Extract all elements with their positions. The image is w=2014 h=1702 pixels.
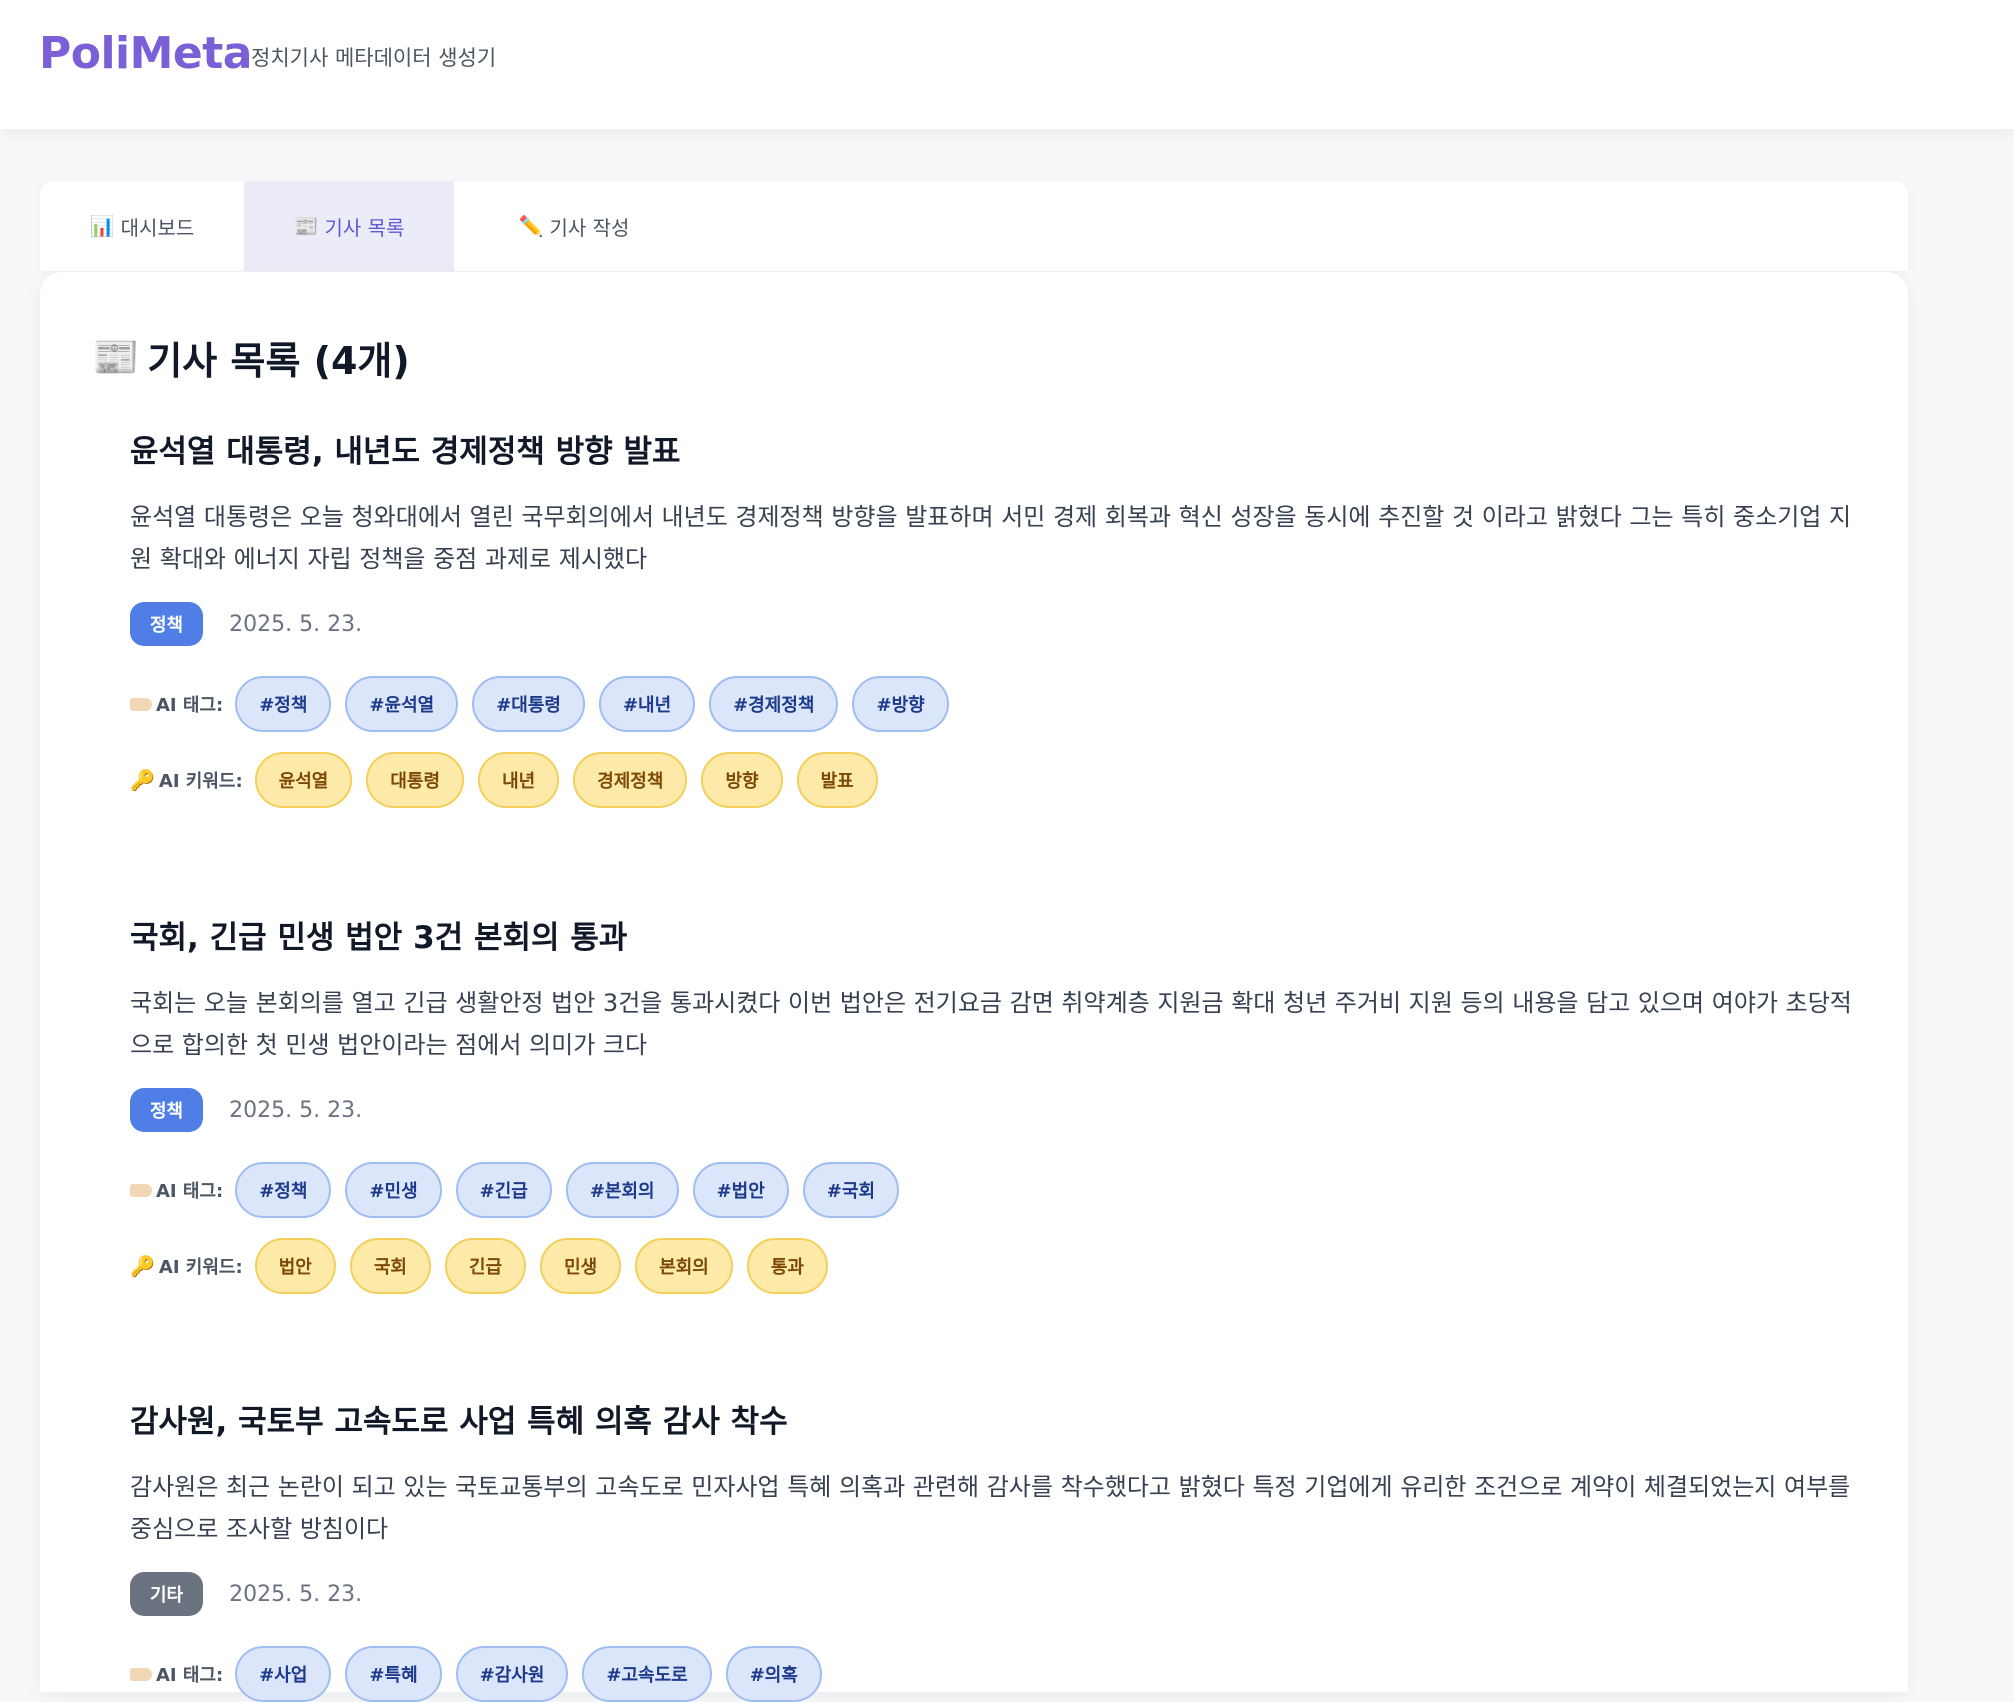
ai-tag-label: AI 태그: xyxy=(130,1177,223,1203)
ai-tag[interactable]: #윤석열 xyxy=(345,676,459,732)
ai-tag[interactable]: #사업 xyxy=(235,1646,332,1702)
app-header: PoliMeta 정치기사 메타데이터 생성기 xyxy=(0,0,2014,129)
article-summary: 감사원은 최근 논란이 되고 있는 국토교통부의 고속도로 민자사업 특혜 의혹… xyxy=(130,1473,1851,1543)
ai-tag[interactable]: #방향 xyxy=(852,676,949,732)
app-subtitle: 정치기사 메타데이터 생성기 xyxy=(251,46,497,70)
ai-keyword-label-text: AI 키워드: xyxy=(158,771,243,792)
ai-keyword[interactable]: 경제정책 xyxy=(573,752,688,808)
article-item[interactable]: 윤석열 대통령, 내년도 경제정책 방향 발표 윤석열 대통령은 오늘 청와대에… xyxy=(130,426,1870,808)
tab-article-list[interactable]: 📰 기사 목록 xyxy=(244,181,454,271)
ai-tag-label: AI 태그: xyxy=(130,1661,223,1687)
ai-tag[interactable]: #의혹 xyxy=(725,1646,822,1702)
ai-tag[interactable]: #정책 xyxy=(235,1162,332,1218)
ai-tag-row: AI 태그: #정책 #민생 #긴급 #본회의 #법안 #국회 xyxy=(130,1162,1870,1218)
tab-label: 대시보드 xyxy=(120,215,195,240)
ai-keyword[interactable]: 대통령 xyxy=(366,752,465,808)
tag-icon xyxy=(130,697,152,711)
tag-icon xyxy=(130,1183,152,1197)
article-title[interactable]: 윤석열 대통령, 내년도 경제정책 방향 발표 xyxy=(130,426,1870,470)
ai-tag-label: AI 태그: xyxy=(130,691,223,717)
ai-tag[interactable]: #법안 xyxy=(692,1162,789,1218)
ai-tag-label-text: AI 태그: xyxy=(156,1181,224,1202)
ai-keyword[interactable]: 방향 xyxy=(701,752,783,808)
ai-keyword[interactable]: 발표 xyxy=(796,752,878,808)
ai-tag[interactable]: #특혜 xyxy=(345,1646,442,1702)
ai-keyword-row: 🔑 AI 키워드: 법안 국회 긴급 민생 본회의 통과 xyxy=(130,1238,1870,1294)
article-meta: 정책 2025. 5. 23. xyxy=(130,1088,1870,1132)
ai-keyword-label: 🔑 AI 키워드: xyxy=(130,1253,243,1279)
article-title[interactable]: 감사원, 국토부 고속도로 사업 특혜 의혹 감사 착수 xyxy=(130,1396,1870,1440)
key-icon: 🔑 xyxy=(130,768,155,792)
chart-icon: 📊 xyxy=(89,214,115,238)
category-badge: 기타 xyxy=(130,1572,204,1616)
ai-tag[interactable]: #본회의 xyxy=(565,1162,679,1218)
article-meta: 정책 2025. 5. 23. xyxy=(130,602,1870,646)
article-item[interactable]: 감사원, 국토부 고속도로 사업 특혜 의혹 감사 착수 감사원은 최근 논란이… xyxy=(130,1396,1870,1702)
ai-tag-label-text: AI 태그: xyxy=(156,1665,224,1686)
tab-label: 기사 작성 xyxy=(549,215,630,240)
page-title: 📰 기사 목록 (4개) xyxy=(92,330,410,385)
tab-bar: 📊 대시보드 📰 기사 목록 ✏️ 기사 작성 xyxy=(40,181,1908,271)
ai-tag[interactable]: #민생 xyxy=(345,1162,442,1218)
article-title[interactable]: 국회, 긴급 민생 법안 3건 본회의 통과 xyxy=(130,912,1870,956)
newspaper-icon: 📰 xyxy=(293,214,319,238)
ai-tag[interactable]: #경제정책 xyxy=(709,676,839,732)
tab-label: 기사 목록 xyxy=(324,215,405,240)
ai-keyword[interactable]: 법안 xyxy=(254,1238,336,1294)
ai-tag[interactable]: #내년 xyxy=(598,676,696,732)
pencil-icon: ✏️ xyxy=(518,214,544,238)
ai-keyword[interactable]: 본회의 xyxy=(635,1238,733,1294)
ai-keyword[interactable]: 긴급 xyxy=(444,1238,527,1294)
article-summary: 윤석열 대통령은 오늘 청와대에서 열린 국무회의에서 내년도 경제정책 방향을… xyxy=(130,503,1852,573)
category-badge: 정책 xyxy=(130,602,204,646)
ai-keyword-label-text: AI 키워드: xyxy=(158,1257,243,1278)
article-list-panel: 📰 기사 목록 (4개) 윤석열 대통령, 내년도 경제정책 방향 발표 윤석열… xyxy=(40,272,1908,1702)
ai-tag-row: AI 태그: #사업 #특혜 #감사원 #고속도로 #의혹 xyxy=(130,1646,1870,1702)
ai-keyword[interactable]: 통과 xyxy=(746,1238,828,1294)
newspaper-icon: 📰 xyxy=(92,335,140,379)
article-date: 2025. 5. 23. xyxy=(229,1097,363,1123)
tag-icon xyxy=(130,1667,152,1681)
ai-tag[interactable]: #대통령 xyxy=(472,676,585,732)
article-item[interactable]: 국회, 긴급 민생 법안 3건 본회의 통과 국회는 오늘 본회의를 열고 긴급… xyxy=(130,912,1870,1294)
ai-keyword-label: 🔑 AI 키워드: xyxy=(130,767,243,793)
ai-keyword[interactable]: 민생 xyxy=(540,1238,622,1294)
ai-tag[interactable]: #국회 xyxy=(802,1162,899,1218)
ai-tag[interactable]: #감사원 xyxy=(455,1646,569,1702)
ai-keyword[interactable]: 국회 xyxy=(349,1238,431,1294)
category-badge: 정책 xyxy=(130,1088,204,1132)
article-date: 2025. 5. 23. xyxy=(229,1581,363,1607)
ai-tag[interactable]: #긴급 xyxy=(455,1162,552,1218)
ai-tag-label-text: AI 태그: xyxy=(156,695,224,716)
page-title-text: 기사 목록 (4개) xyxy=(147,339,410,383)
tab-write-article[interactable]: ✏️ 기사 작성 xyxy=(454,181,694,271)
key-icon: 🔑 xyxy=(130,1254,155,1278)
article-meta: 기타 2025. 5. 23. xyxy=(130,1572,1870,1616)
ai-tag[interactable]: #고속도로 xyxy=(582,1646,712,1702)
article-date: 2025. 5. 23. xyxy=(229,611,363,637)
article-summary: 국회는 오늘 본회의를 열고 긴급 생활안정 법안 3건을 통과시켰다 이번 법… xyxy=(130,989,1852,1059)
ai-keyword[interactable]: 내년 xyxy=(478,752,560,808)
ai-keyword-row: 🔑 AI 키워드: 윤석열 대통령 내년 경제정책 방향 발표 xyxy=(130,752,1870,808)
ai-tag[interactable]: #정책 xyxy=(235,676,332,732)
tab-dashboard[interactable]: 📊 대시보드 xyxy=(40,181,244,271)
app-logo[interactable]: PoliMeta xyxy=(39,28,253,79)
ai-keyword[interactable]: 윤석열 xyxy=(254,752,353,808)
ai-tag-row: AI 태그: #정책 #윤석열 #대통령 #내년 #경제정책 #방향 xyxy=(130,676,1870,732)
